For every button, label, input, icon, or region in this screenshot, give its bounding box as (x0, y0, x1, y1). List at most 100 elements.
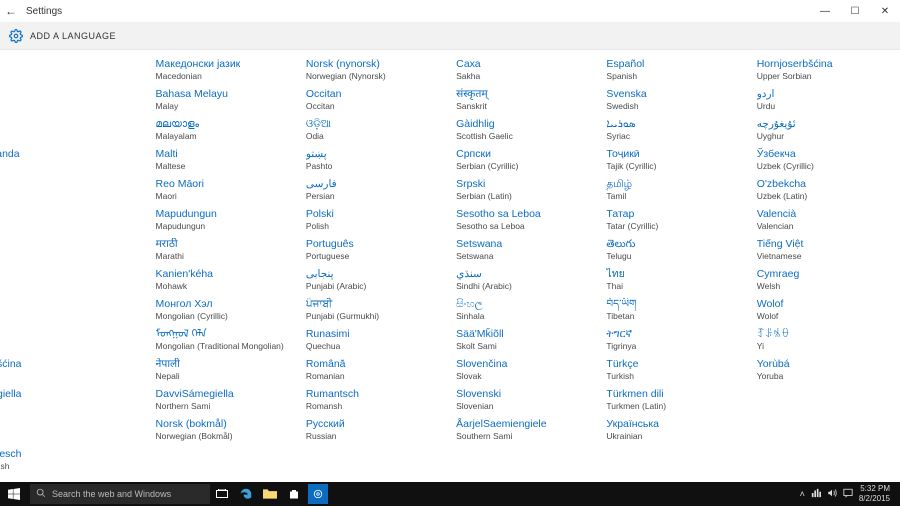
language-tile[interactable] (0, 86, 29, 116)
language-tile[interactable]: فارسیPersian (299, 176, 449, 206)
language-tile[interactable]: WolofWolof (750, 296, 900, 326)
language-tile[interactable]: O'zbekchaUzbek (Latin) (750, 176, 900, 206)
system-tray[interactable]: ˄ 5:32 PM 8/2/2015 (800, 484, 900, 504)
language-tile[interactable]: Reo MāoriMaori (149, 176, 299, 206)
language-tile[interactable]: Norsk (bokmål)Norwegian (Bokmål) (149, 416, 299, 446)
start-button[interactable] (0, 482, 28, 506)
language-tile[interactable]: ValenciàValencian (750, 206, 900, 236)
language-tile[interactable]: vandali (0, 146, 29, 176)
tray-chevron-up-icon[interactable]: ˄ (800, 489, 805, 499)
language-tile[interactable]: YorùbáYoruba (750, 356, 900, 386)
language-tile[interactable]: Sesotho sa LeboaSesotho sa Leboa (449, 206, 599, 236)
language-tile[interactable]: PolskiPolish (299, 206, 449, 236)
language-tile[interactable]: ئۇيغۇرچەUyghur (750, 116, 900, 146)
language-tile[interactable]: संस्कृतम्Sanskrit (449, 86, 599, 116)
tray-volume-icon[interactable] (827, 488, 837, 500)
language-tile[interactable]: EspañolSpanish (599, 56, 749, 86)
file-explorer-button[interactable] (258, 482, 282, 506)
language-tile[interactable]: ТатарTatar (Cyrillic) (599, 206, 749, 236)
close-button[interactable]: ✕ (870, 6, 900, 17)
language-tile[interactable]: سنڌيSindhi (Arabic) (449, 266, 599, 296)
language-tile[interactable]: ЎзбекчаUzbek (Cyrillic) (750, 146, 900, 176)
language-tile[interactable]: ÅarjelSaemiengieleSouthern Sami (449, 416, 599, 446)
language-tile[interactable]: Kanien'kéhaMohawk (149, 266, 299, 296)
language-tile[interactable]: Norsk (nynorsk)Norwegian (Nynorsk) (299, 56, 449, 86)
language-tile[interactable]: HornjoserbšćinaUpper Sorbian (750, 56, 900, 86)
language-tile[interactable] (0, 416, 29, 446)
language-tile[interactable]: OccitanOccitan (299, 86, 449, 116)
taskbar-clock[interactable]: 5:32 PM 8/2/2015 (859, 484, 894, 504)
language-tile[interactable]: MapudungunMapudungun (149, 206, 299, 236)
language-tile[interactable]: اردوUrdu (750, 86, 900, 116)
language-tile[interactable]: Tiếng ViệtVietnamese (750, 236, 900, 266)
language-native-name: и (0, 118, 22, 131)
language-tile[interactable]: Bahasa MelayuMalay (149, 86, 299, 116)
language-tile[interactable]: ଓଡ଼ିଆOdia (299, 116, 449, 146)
language-tile[interactable]: DavviSámegiellaNorthern Sami (149, 386, 299, 416)
language-tile[interactable]: Sámegiella (0, 386, 29, 416)
language-tile[interactable]: नेपालीNepali (149, 356, 299, 386)
back-button[interactable]: ← (0, 4, 22, 18)
language-tile[interactable]: RunasimiQuechua (299, 326, 449, 356)
language-column: СахаSakhaसंस्कृतम्SanskritGàidhligScotti… (449, 50, 599, 482)
language-tile[interactable]: Sää'MǩiõllSkolt Sami (449, 326, 599, 356)
language-tile[interactable] (0, 176, 29, 206)
language-tile[interactable]: தமிழ்Tamil (599, 176, 749, 206)
settings-taskbar-button[interactable] (306, 482, 330, 506)
language-tile[interactable]: УкраїнськаUkrainian (599, 416, 749, 446)
tray-notifications-icon[interactable] (843, 488, 853, 500)
taskbar-search-input[interactable] (52, 489, 204, 499)
language-tile[interactable]: ь (0, 56, 29, 86)
language-tile[interactable]: ТоҷикӣTajik (Cyrillic) (599, 146, 749, 176)
language-tile[interactable]: СрпскиSerbian (Cyrillic) (449, 146, 599, 176)
language-tile[interactable]: Монгол ХэлMongolian (Cyrillic) (149, 296, 299, 326)
language-tile[interactable]: MaltiMaltese (149, 146, 299, 176)
minimize-button[interactable]: — (810, 6, 840, 17)
language-tile[interactable]: GàidhligScottish Gaelic (449, 116, 599, 146)
language-tile[interactable]: TürkçeTurkish (599, 356, 749, 386)
language-tile[interactable]: پښتوPashto (299, 146, 449, 176)
language-tile[interactable]: ᠮᠣᠩᠭᠣᠯ ᠬᠡᠯᠡMongolian (Traditional Mongol… (149, 326, 299, 356)
language-english-name: Sindhi (Arabic) (456, 281, 592, 292)
language-tile[interactable] (0, 236, 29, 266)
language-tile[interactable] (0, 266, 29, 296)
language-tile[interactable]: ไทยThai (599, 266, 749, 296)
edge-button[interactable] (234, 482, 258, 506)
language-tile[interactable]: Türkmen diliTurkmen (Latin) (599, 386, 749, 416)
taskbar-search[interactable] (30, 484, 210, 504)
language-english-name: Nepali (156, 371, 292, 382)
language-tile[interactable]: Македонски јазикMacedonian (149, 56, 299, 86)
language-tile[interactable]: SlovenčinaSlovak (449, 356, 599, 386)
language-tile[interactable]: SlovenskiSlovenian (449, 386, 599, 416)
language-tile[interactable]: മലയാളംMalayalam (149, 116, 299, 146)
language-tile[interactable]: CymraegWelsh (750, 266, 900, 296)
language-tile[interactable]: SvenskaSwedish (599, 86, 749, 116)
language-tile[interactable]: සිංහලSinhala (449, 296, 599, 326)
language-tile[interactable]: СахаSakha (449, 56, 599, 86)
language-tile[interactable]: मराठीMarathi (149, 236, 299, 266)
language-tile[interactable]: PortuguêsPortuguese (299, 236, 449, 266)
language-tile[interactable]: བོད་ཡིགTibetan (599, 296, 749, 326)
language-tile[interactable]: и (0, 116, 29, 146)
language-tile[interactable] (0, 326, 29, 356)
language-tile[interactable]: ܣܘܪܝܝܐSyriac (599, 116, 749, 146)
language-english-name: rgish (0, 461, 22, 472)
maximize-button[interactable]: ☐ (840, 6, 870, 17)
language-tile[interactable] (0, 296, 29, 326)
language-tile[interactable]: SrpskiSerbian (Latin) (449, 176, 599, 206)
language-tile[interactable]: RomânăRomanian (299, 356, 449, 386)
language-tile[interactable]: a (0, 206, 29, 236)
language-tile[interactable]: ꆈꌠꁱꂷYi (750, 326, 900, 356)
store-button[interactable] (282, 482, 306, 506)
language-tile[interactable]: پنجابیPunjabi (Arabic) (299, 266, 449, 296)
language-tile[interactable]: తెలుగుTelugu (599, 236, 749, 266)
language-tile[interactable]: erbšćinaan (0, 356, 29, 386)
language-tile[interactable]: РусскийRussian (299, 416, 449, 446)
language-tile[interactable]: ትግርኛTigrinya (599, 326, 749, 356)
language-tile[interactable]: RumantschRomansh (299, 386, 449, 416)
task-view-button[interactable] (210, 482, 234, 506)
language-tile[interactable]: ਪੰਜਾਬੀPunjabi (Gurmukhi) (299, 296, 449, 326)
language-tile[interactable]: SetswanaSetswana (449, 236, 599, 266)
tray-network-icon[interactable] (811, 488, 821, 500)
language-tile[interactable]: uergeschrgish (0, 446, 29, 476)
